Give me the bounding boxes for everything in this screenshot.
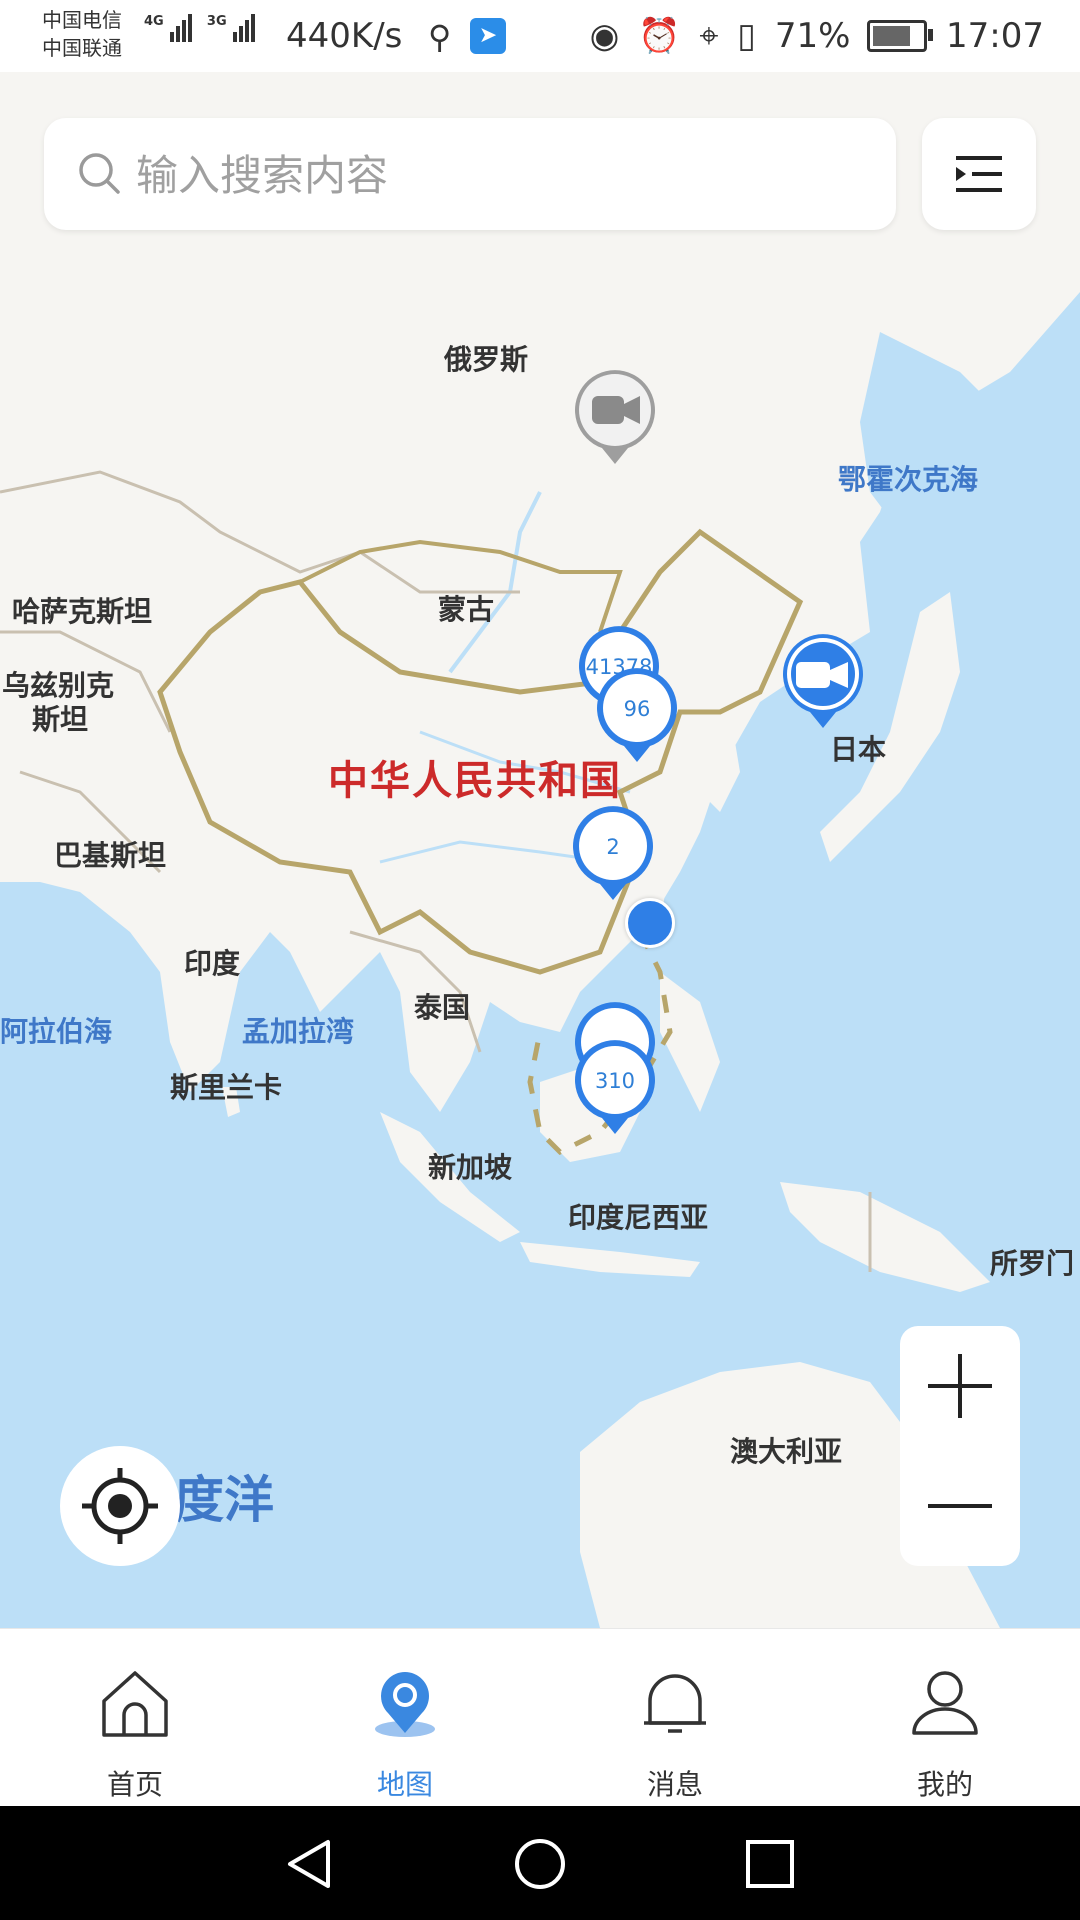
map-label-solomon: 所罗门: [990, 1247, 1075, 1280]
map-label-arabian-sea: 阿拉伯海: [0, 1015, 113, 1048]
cluster-count: 96: [623, 697, 651, 721]
map-label-okhotsk-sea: 鄂霍次克海: [838, 463, 979, 496]
back-icon[interactable]: [280, 1834, 340, 1894]
cluster-marker[interactable]: 2: [570, 804, 656, 904]
map-label-india: 印度: [184, 947, 241, 980]
recent-apps-icon[interactable]: [740, 1834, 800, 1894]
current-location-dot: [625, 898, 675, 948]
map-label-indonesia: 印度尼西亚: [568, 1201, 709, 1234]
map-label-mongolia: 蒙古: [438, 593, 495, 626]
camera-marker-gray[interactable]: [572, 368, 658, 468]
map-label-uzbekistan-2: 斯坦: [32, 703, 89, 736]
zoom-controls: [900, 1326, 1020, 1566]
carrier-2: 中国联通: [42, 36, 122, 60]
video-camera-icon: [575, 370, 655, 464]
map-label-bengal-bay: 孟加拉湾: [242, 1015, 355, 1048]
camera-marker-blue[interactable]: [780, 632, 866, 732]
eye-icon: ◉: [589, 15, 620, 56]
cluster-marker[interactable]: 96: [594, 666, 680, 766]
cluster-count: 2: [606, 835, 620, 859]
zoom-in-button[interactable]: [900, 1326, 1020, 1446]
minus-icon: [928, 1504, 992, 1508]
status-bar: 中国电信 中国联通 4G 3G 440K/s ⚲ ➤ ◉ ⏰ ⌖ ▯ 71% 1…: [0, 0, 1080, 72]
tab-label: 消息: [646, 1768, 703, 1801]
signal-indicators: 4G 3G: [144, 14, 265, 42]
cluster-marker[interactable]: 310: [572, 1038, 658, 1138]
map-label-russia: 俄罗斯: [444, 343, 529, 376]
network-type-2: 3G: [206, 14, 227, 29]
network-speed: 440K/s: [286, 16, 403, 56]
cluster-count: 310: [594, 1069, 636, 1093]
app-screen: 中国电信 中国联通 4G 3G 440K/s ⚲ ➤ ◉ ⏰ ⌖ ▯ 71% 1…: [0, 0, 1080, 1920]
carrier-info: 中国电信 中国联通: [42, 6, 122, 62]
signal-icon: [169, 14, 194, 42]
plus-icon: [928, 1354, 992, 1418]
app-notification-icon: ➤: [470, 18, 506, 54]
carrier-1: 中国电信: [42, 8, 122, 32]
tab-label: 首页: [106, 1768, 163, 1801]
tab-profile[interactable]: 我的: [810, 1629, 1080, 1807]
tab-map[interactable]: 地图: [270, 1629, 540, 1807]
map-label-indian-ocean: 度洋: [174, 1471, 274, 1529]
search-input[interactable]: [134, 118, 838, 232]
crosshair-icon: [82, 1468, 158, 1544]
location-icon: ⌖: [699, 15, 719, 56]
bottom-tab-bar: 首页 地图 消息 我的: [0, 1628, 1080, 1807]
user-icon: [912, 1671, 978, 1735]
battery-percent: 71%: [774, 15, 851, 56]
indent-list-icon: [956, 156, 1002, 192]
map-label-thailand: 泰国: [414, 991, 471, 1024]
bell-icon: [644, 1674, 706, 1733]
tab-messages[interactable]: 消息: [540, 1629, 810, 1807]
map-label-japan: 日本: [830, 733, 887, 766]
tab-label: 我的: [916, 1768, 973, 1801]
video-camera-icon: [783, 634, 863, 728]
map-label-sri-lanka: 斯里兰卡: [170, 1071, 283, 1104]
zoom-out-button[interactable]: [900, 1446, 1020, 1566]
my-location-button[interactable]: [60, 1446, 180, 1566]
network-type-1: 4G: [144, 14, 164, 29]
map-label-australia: 澳大利亚: [730, 1435, 843, 1468]
tab-label: 地图: [376, 1768, 433, 1801]
alarm-icon: ⏰: [638, 15, 681, 56]
map-pin-icon: [375, 1672, 435, 1737]
search-bar[interactable]: [44, 118, 896, 232]
battery-icon: [867, 19, 934, 52]
map-label-china: 中华人民共和国: [328, 758, 622, 804]
status-icons: ◉ ⏰ ⌖ ▯ 71% 17:07: [582, 14, 1044, 56]
system-navigation-bar: [0, 1806, 1080, 1920]
home-circle-icon[interactable]: [510, 1834, 570, 1894]
map-label-kazakhstan: 哈萨克斯坦: [12, 595, 153, 628]
map-label-singapore: 新加坡: [428, 1151, 513, 1184]
tab-home[interactable]: 首页: [0, 1629, 270, 1807]
clock-time: 17:07: [946, 15, 1044, 56]
vibrate-icon: ▯: [737, 15, 756, 56]
usb-icon: ⚲: [428, 18, 452, 56]
list-menu-button[interactable]: [922, 118, 1036, 230]
signal-icon: [232, 14, 257, 42]
search-icon: [79, 153, 120, 194]
home-icon: [102, 1671, 168, 1737]
map-label-pakistan: 巴基斯坦: [54, 839, 167, 872]
